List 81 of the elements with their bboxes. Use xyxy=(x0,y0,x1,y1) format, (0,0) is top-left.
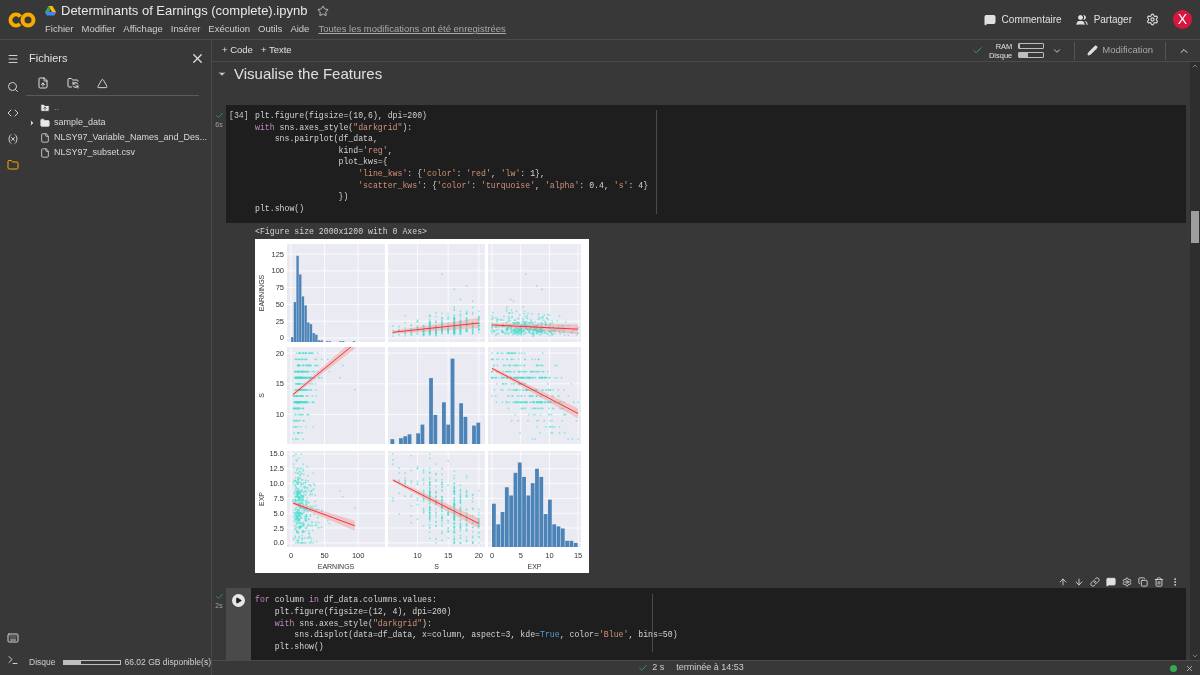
code-line: 'scatter_kws': {'color': 'turquoise', 'alpha': 0.4, 's': 4} xyxy=(357,179,649,192)
code-line: plt.figure(figsize=(10,6), dpi=200) xyxy=(255,110,427,122)
add-cell-button[interactable]: + Code xyxy=(222,43,253,58)
star-icon[interactable] xyxy=(317,4,330,17)
menu-item[interactable]: Outils xyxy=(258,22,283,37)
people-icon xyxy=(1075,13,1088,26)
menu-item[interactable]: Insérer xyxy=(170,22,201,37)
code-line: }) xyxy=(337,191,349,203)
run-success-icon xyxy=(214,592,224,602)
run-success-icon xyxy=(214,111,224,120)
file-tree-item[interactable]: NLSY97_subset.csv xyxy=(26,145,211,160)
code-line: 'line_kws': {'color': 'red', 'lw': 1}, xyxy=(357,167,545,180)
keyboard-icon[interactable] xyxy=(6,632,19,644)
logo-icon[interactable] xyxy=(8,11,36,28)
file-icon xyxy=(40,147,50,158)
output-text: <Figure size 2000x1200 with 0 Axes> xyxy=(255,226,428,239)
completion-status: terminée à 14:53 xyxy=(676,661,744,675)
move-up-icon[interactable] xyxy=(1058,577,1068,588)
run-time: 2 s xyxy=(652,661,665,675)
code-line: with sns.axes_style("darkgrid"): xyxy=(255,121,413,134)
caret-icon[interactable] xyxy=(28,118,36,127)
play-icon xyxy=(235,597,242,605)
settings-icon[interactable] xyxy=(1146,13,1159,26)
close-icon[interactable] xyxy=(1185,663,1194,673)
code-icon[interactable] xyxy=(6,107,19,119)
search-icon[interactable] xyxy=(6,81,19,93)
drive-folder-icon[interactable] xyxy=(97,77,108,89)
code-line: kind='reg', xyxy=(337,144,393,157)
copy-icon[interactable] xyxy=(1138,577,1148,588)
disk-free-text: 66.02 GB disponible(s) xyxy=(124,656,211,669)
move-down-icon[interactable] xyxy=(1074,577,1084,588)
comment-icon xyxy=(983,13,996,26)
comment-icon[interactable] xyxy=(1106,577,1116,588)
run-button[interactable] xyxy=(232,594,245,608)
refresh-folder-icon[interactable] xyxy=(67,77,79,89)
settings-icon[interactable] xyxy=(1122,577,1132,588)
menu-item[interactable]: Exécution xyxy=(208,22,251,37)
comment-button[interactable]: Commentaire xyxy=(983,12,1062,27)
link-icon[interactable] xyxy=(1090,577,1100,588)
code-line: sns.displot(data=df_data, x=column, aspect=3, kde=True, color='Blue', bins=50) xyxy=(293,629,678,641)
share-button[interactable]: Partager xyxy=(1075,12,1132,27)
code-line: plot_kws={ xyxy=(337,156,388,168)
notebook-title[interactable]: Determinants of Earnings (complete).ipynb xyxy=(61,0,308,21)
file-tree-item[interactable]: .. xyxy=(26,100,211,115)
sidebar-title: Fichiers xyxy=(29,50,68,66)
drive-icon xyxy=(45,5,56,16)
delete-icon[interactable] xyxy=(1154,577,1164,588)
terminal-icon[interactable] xyxy=(6,654,19,666)
code-line: plt.show() xyxy=(273,640,324,653)
file-tree-item[interactable]: NLSY97_Variable_Names_and_Des... xyxy=(26,130,211,145)
execution-count: [34] xyxy=(228,110,250,122)
code-line: plt.show() xyxy=(255,202,305,215)
variable-icon[interactable] xyxy=(6,133,19,145)
parent-folder-icon xyxy=(40,102,50,113)
menu-item[interactable]: Modifier xyxy=(81,22,116,37)
code-line: for column in df_data.columns.values: xyxy=(255,594,437,606)
menu-item[interactable]: Fichier xyxy=(45,22,74,37)
save-status-link[interactable]: Toutes les modifications ont été enregistrées xyxy=(318,22,506,37)
edit-mode-button[interactable]: Modification xyxy=(1087,43,1153,58)
file-tree-item[interactable]: sample_data xyxy=(26,115,211,130)
scroll-down-icon[interactable] xyxy=(1191,652,1199,660)
folder-icon xyxy=(40,117,50,128)
avatar[interactable]: X xyxy=(1173,10,1192,29)
code-line: sns.pairplot(df_data, xyxy=(273,133,378,145)
add-cell-button[interactable]: + Texte xyxy=(260,43,292,58)
file-icon xyxy=(40,132,50,143)
menu-icon[interactable] xyxy=(6,53,19,65)
menu-item[interactable]: Aide xyxy=(290,22,310,37)
menu-item[interactable]: Affichage xyxy=(123,22,163,37)
disk-label: Disque xyxy=(29,656,56,669)
scroll-up-icon[interactable] xyxy=(1191,62,1199,70)
code-line: with sns.axes_style("darkgrid"): xyxy=(273,617,432,630)
scrollbar-thumb[interactable] xyxy=(1191,211,1199,243)
code-cell[interactable]: for column in df_data.columns.values: plt.figure(figsize=(12, 4), dpi=200) with sns.axes_style("darkgrid"): sns.displot(data=df_data, x=column, aspect=3, kde=True, color='Blue', bins=50) plt.show() xyxy=(226,588,1186,660)
upload-file-icon[interactable] xyxy=(37,77,49,89)
code-cell[interactable] xyxy=(226,105,1186,224)
collapse-section-icon[interactable] xyxy=(217,69,227,79)
section-heading: Visualise the Features xyxy=(234,63,383,84)
code-line: plt.figure(figsize=(12, 4), dpi=200) xyxy=(273,605,452,618)
pencil-icon xyxy=(1087,45,1099,56)
folder-icon[interactable] xyxy=(6,159,19,171)
